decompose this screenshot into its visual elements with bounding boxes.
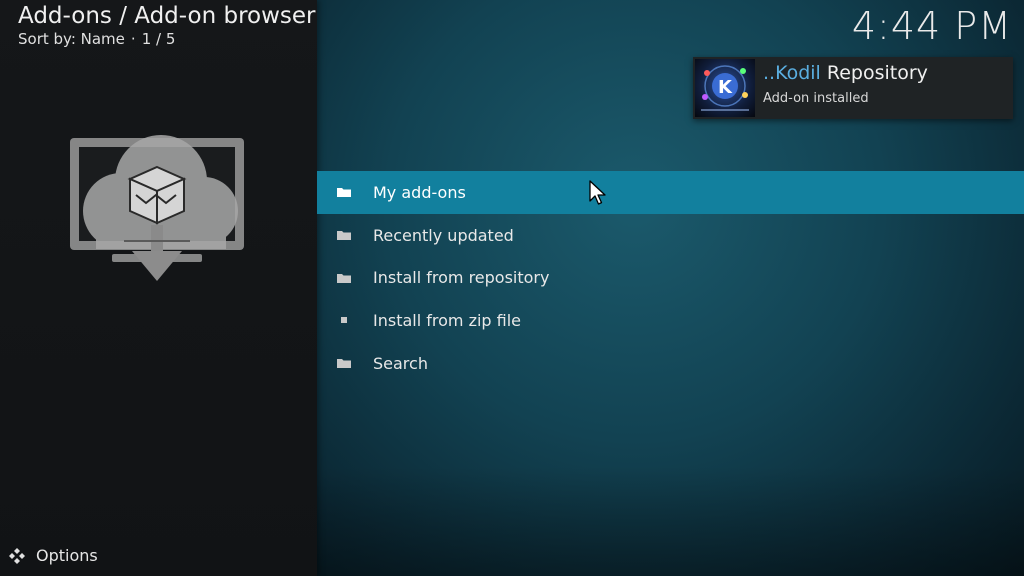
options-label: Options	[36, 546, 98, 565]
menu-item-install-from-repository[interactable]: Install from repository	[317, 256, 1024, 299]
folder-icon	[337, 272, 351, 284]
folder-icon	[337, 357, 351, 369]
left-panel	[0, 0, 317, 576]
svg-text:K: K	[718, 77, 733, 98]
options-diamond-icon	[9, 547, 25, 564]
options-button[interactable]: Options	[8, 546, 98, 565]
mouse-pointer-icon	[589, 180, 606, 205]
sort-info: Sort by: Name · 1 / 5	[18, 30, 175, 48]
kodil-repository-logo: K	[695, 59, 755, 117]
menu-item-my-addons[interactable]: My add-ons	[317, 171, 1024, 214]
folder-icon	[337, 229, 351, 241]
menu-item-label: Search	[373, 353, 428, 373]
separator: ·	[130, 30, 136, 48]
menu-item-install-from-zip[interactable]: Install from zip file	[317, 299, 1024, 342]
clock: 4:44 PM	[851, 4, 1012, 48]
menu-item-label: Recently updated	[373, 225, 514, 245]
sort-label[interactable]: Sort by: Name	[18, 30, 125, 48]
folder-icon	[337, 186, 351, 198]
addon-browser-menu: My add-ons Recently updated Install from…	[317, 171, 1024, 384]
item-position: 1 / 5	[141, 30, 176, 48]
menu-item-search[interactable]: Search	[317, 342, 1024, 385]
notification-title-rest: Repository	[826, 62, 928, 84]
menu-item-label: My add-ons	[373, 182, 466, 202]
notification-toast: K ..Kodil Repository Add-on installed	[693, 57, 1013, 119]
notification-message: Add-on installed	[763, 91, 869, 106]
notification-title: ..Kodil Repository	[763, 62, 928, 84]
menu-item-label: Install from zip file	[373, 310, 522, 330]
menu-item-recently-updated[interactable]: Recently updated	[317, 214, 1024, 257]
content-background-fade	[317, 466, 1024, 576]
file-icon	[337, 314, 351, 326]
addon-browser-icon	[70, 135, 244, 281]
menu-item-label: Install from repository	[373, 268, 550, 288]
notification-title-accent: ..Kodil	[763, 62, 821, 84]
page-title: Add-ons / Add-on browser	[18, 3, 316, 29]
